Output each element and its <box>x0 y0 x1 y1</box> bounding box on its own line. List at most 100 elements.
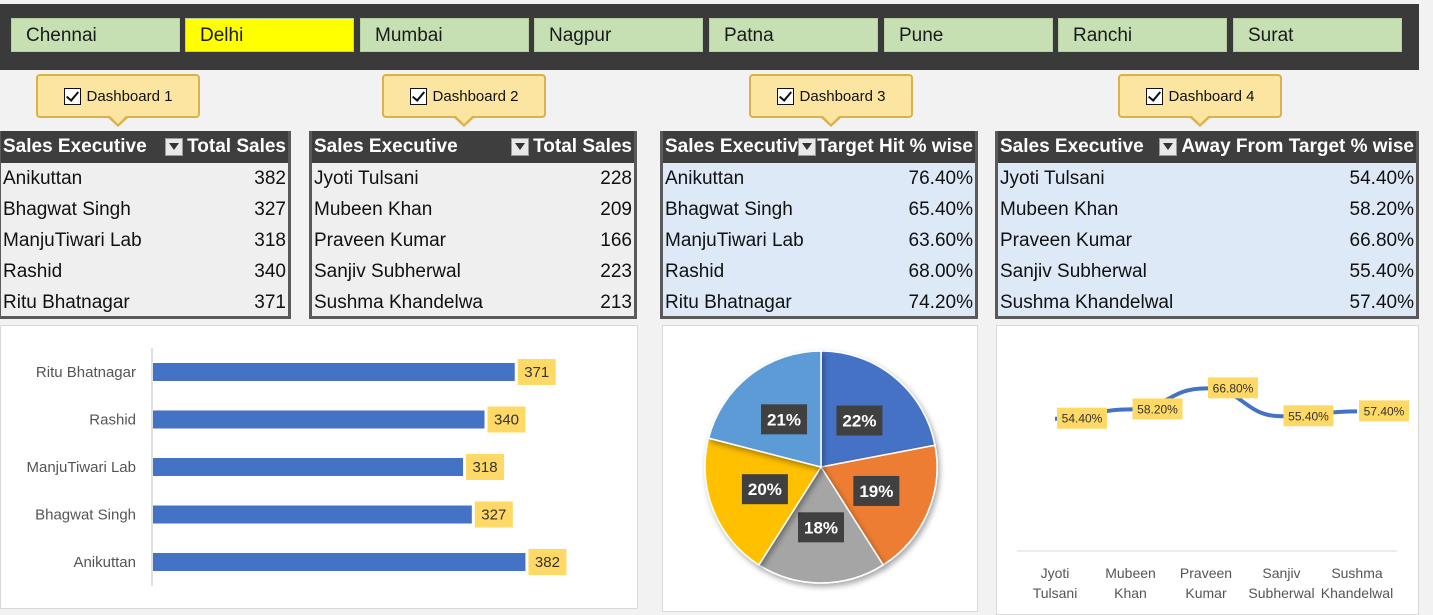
dashboard-1-callout[interactable]: Dashboard 1 <box>36 74 200 127</box>
row-value: 166 <box>600 229 632 251</box>
table-row[interactable]: ManjuTiwari Lab 318 <box>1 225 288 256</box>
table-row[interactable]: Sanjiv Subherwal 223 <box>312 256 634 287</box>
filter-dropdown-icon[interactable] <box>1159 138 1178 156</box>
city-button-nagpur[interactable]: Nagpur <box>534 18 703 52</box>
row-name: Sanjiv Subherwal <box>314 260 461 282</box>
bar-data-label: 318 <box>473 459 498 476</box>
bar-chart: Ritu Bhatnagar 371 Rashid 340 ManjuTiwari La… <box>27 348 567 586</box>
table-row[interactable]: Praveen Kumar 166 <box>312 225 634 256</box>
line-category-label: Mubeen <box>1105 565 1156 581</box>
pivot-header: Sales Executive Total Sales <box>1 131 288 163</box>
city-button-surat[interactable]: Surat <box>1233 18 1402 52</box>
header-sales-executive: Sales Executive <box>3 136 147 157</box>
row-value: 209 <box>600 198 632 220</box>
header-total-sales: Total Sales <box>187 136 286 157</box>
table-row[interactable]: Anikuttan 76.40% <box>663 163 975 194</box>
row-name: Jyoti Tulsani <box>314 167 419 189</box>
row-name: Rashid <box>665 260 725 282</box>
pivot-header: Sales Executive Total Sales <box>312 131 634 163</box>
row-name: Sanjiv Subherwal <box>1000 260 1147 282</box>
table-row[interactable]: ManjuTiwari Lab 63.60% <box>663 225 975 256</box>
row-name: Bhagwat Singh <box>665 198 793 220</box>
table-row[interactable]: Rashid 68.00% <box>663 256 975 287</box>
line-chart-panel[interactable]: 54.40% Jyoti Tulsani 58.20% Mubeen Khan 66.80%… <box>996 325 1419 615</box>
bar-data-label: 340 <box>494 412 519 429</box>
row-value: 55.40% <box>1349 260 1414 282</box>
row-name: Jyoti Tulsani <box>1000 167 1105 189</box>
table-row[interactable]: Anikuttan 382 <box>1 163 288 194</box>
city-button-delhi[interactable]: Delhi <box>185 18 354 52</box>
row-value: 228 <box>600 167 632 189</box>
pie-data-label: 19% <box>859 482 893 501</box>
line-data-label: 57.40% <box>1364 404 1405 418</box>
row-value: 54.40% <box>1349 167 1414 189</box>
table-row[interactable]: Jyoti Tulsani 54.40% <box>998 163 1416 194</box>
row-value: 74.20% <box>908 291 973 313</box>
filter-dropdown-icon[interactable] <box>798 138 817 156</box>
table-row[interactable]: Mubeen Khan 209 <box>312 194 634 225</box>
row-value: 382 <box>254 167 286 189</box>
row-name: Praveen Kumar <box>314 229 447 251</box>
table-row[interactable]: Praveen Kumar 66.80% <box>998 225 1416 256</box>
dashboard-2-label: Dashboard 2 <box>432 87 519 105</box>
header-total-sales: Total Sales <box>533 136 632 157</box>
city-button-pune[interactable]: Pune <box>884 18 1053 52</box>
filter-dropdown-icon[interactable] <box>511 138 530 156</box>
pivot-table-3: Sales Executiv Target Hit % wise Anikutt… <box>660 131 978 319</box>
pie-chart: 22% 19% 18% 20% 21% <box>704 350 938 584</box>
row-value: 340 <box>254 260 286 282</box>
row-value: 58.20% <box>1349 198 1414 220</box>
filter-dropdown-icon[interactable] <box>165 138 184 156</box>
pie-data-label: 20% <box>748 480 782 499</box>
city-button-mumbai[interactable]: Mumbai <box>360 18 529 52</box>
header-target-hit: Target Hit % wise <box>817 136 973 157</box>
row-value: 327 <box>254 198 286 220</box>
city-slicer: Chennai Delhi Mumbai Nagpur Patna Pune R… <box>0 4 1419 70</box>
city-button-patna[interactable]: Patna <box>709 18 878 52</box>
table-row[interactable]: Ritu Bhatnagar 74.20% <box>663 287 975 318</box>
city-button-ranchi[interactable]: Ranchi <box>1058 18 1227 52</box>
dashboard-4-callout[interactable]: Dashboard 4 <box>1118 74 1282 127</box>
pie-chart-panel[interactable]: 22% 19% 18% 20% 21% <box>662 325 978 612</box>
row-value: 213 <box>600 291 632 313</box>
table-row[interactable]: Mubeen Khan 58.20% <box>998 194 1416 225</box>
row-name: Anikuttan <box>665 167 745 189</box>
checkbox-checked-icon[interactable] <box>409 87 427 105</box>
row-name: ManjuTiwari Lab <box>665 229 804 251</box>
row-name: Ritu Bhatnagar <box>665 291 792 313</box>
table-row[interactable]: Rashid 340 <box>1 256 288 287</box>
header-away-from-target: Away From Target % wise <box>1181 136 1414 157</box>
checkbox-checked-icon[interactable] <box>1145 87 1163 105</box>
table-row[interactable]: Bhagwat Singh 327 <box>1 194 288 225</box>
table-row[interactable]: Bhagwat Singh 65.40% <box>663 194 975 225</box>
row-value: 65.40% <box>908 198 973 220</box>
bar-category-label: Ritu Bhatnagar <box>36 364 136 381</box>
row-value: 318 <box>254 229 286 251</box>
table-row[interactable]: Ritu Bhatnagar 371 <box>1 287 288 318</box>
table-row[interactable]: Sushma Khandelwal 57.40% <box>998 287 1416 318</box>
table-row[interactable]: Jyoti Tulsani 228 <box>312 163 634 194</box>
line-category-label: Khandelwal <box>1321 585 1393 601</box>
line-data-label: 55.40% <box>1288 409 1329 423</box>
dashboard-2-callout[interactable]: Dashboard 2 <box>382 74 546 127</box>
line-category-label: Tulsani <box>1033 585 1078 601</box>
row-name: Ritu Bhatnagar <box>3 291 130 313</box>
pivot-header: Sales Executive Away From Target % wise <box>998 131 1416 163</box>
bar-chart-panel[interactable]: Ritu Bhatnagar 371 Rashid 340 ManjuTiwari La… <box>0 325 638 609</box>
row-name: Mubeen Khan <box>314 198 433 220</box>
table-row[interactable]: Sushma Khandelwa 213 <box>312 287 634 318</box>
dashboard-3-callout[interactable]: Dashboard 3 <box>749 74 913 127</box>
header-sales-executive: Sales Executive <box>1000 136 1144 157</box>
row-name: Sushma Khandelwal <box>1000 291 1174 313</box>
checkbox-checked-icon[interactable] <box>63 87 81 105</box>
line-data-label: 54.40% <box>1062 412 1103 426</box>
line-category-label: Subherwal <box>1248 585 1314 601</box>
row-value: 63.60% <box>908 229 973 251</box>
dashboard-1-label: Dashboard 1 <box>86 87 173 105</box>
row-name: Rashid <box>3 260 63 282</box>
checkbox-checked-icon[interactable] <box>776 87 794 105</box>
table-row[interactable]: Sanjiv Subherwal 55.40% <box>998 256 1416 287</box>
city-button-chennai[interactable]: Chennai <box>11 18 180 52</box>
row-value: 57.40% <box>1349 291 1414 313</box>
line-category-label: Sushma <box>1331 565 1383 581</box>
